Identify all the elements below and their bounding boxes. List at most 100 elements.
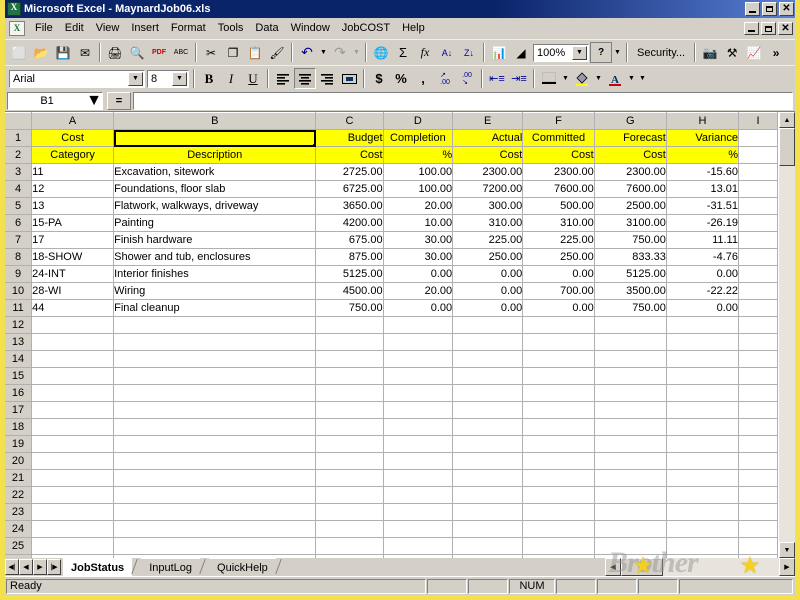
cell-B1[interactable] <box>113 129 317 147</box>
copy-icon[interactable]: ❐ <box>222 42 244 63</box>
cell-H19[interactable] <box>666 435 739 453</box>
cell-C15[interactable] <box>315 367 384 385</box>
vertical-scroll-track[interactable] <box>779 166 795 542</box>
cell-E18[interactable] <box>452 418 524 436</box>
cell-E7[interactable]: 225.00 <box>452 231 524 249</box>
cell-E26[interactable] <box>452 554 524 558</box>
cell-E23[interactable] <box>452 503 524 521</box>
cell-C22[interactable] <box>315 486 384 504</box>
cell-D16[interactable] <box>383 384 454 402</box>
cell-D6[interactable]: 10.00 <box>383 214 454 232</box>
cut-icon[interactable]: ✂ <box>200 42 222 63</box>
cell-A3[interactable]: 11 <box>31 163 115 181</box>
cell-G7[interactable]: 750.00 <box>594 231 667 249</box>
cell-F21[interactable] <box>522 469 595 487</box>
cell-F26[interactable] <box>522 554 595 558</box>
column-header-g[interactable]: G <box>594 112 667 130</box>
cell-B7[interactable]: Finish hardware <box>113 231 317 249</box>
cell-A7[interactable]: 17 <box>31 231 115 249</box>
cell-E19[interactable] <box>452 435 524 453</box>
cell-E14[interactable] <box>452 350 524 368</box>
cell-F7[interactable]: 225.00 <box>522 231 595 249</box>
tools-icon[interactable]: ⚒ <box>721 42 743 63</box>
cell-E22[interactable] <box>452 486 524 504</box>
cell-I6[interactable] <box>738 214 778 232</box>
cell-A4[interactable]: 12 <box>31 180 115 198</box>
cell-A19[interactable] <box>31 435 115 453</box>
cell-I2[interactable] <box>738 146 778 164</box>
cell-B11[interactable]: Final cleanup <box>113 299 317 317</box>
cell-A22[interactable] <box>31 486 115 504</box>
menu-item-tools[interactable]: Tools <box>212 20 250 36</box>
cell-A24[interactable] <box>31 520 115 538</box>
cell-E3[interactable]: 2300.00 <box>452 163 524 181</box>
row-header-26[interactable]: 26 <box>5 554 33 558</box>
row-header-16[interactable]: 16 <box>5 384 33 402</box>
cell-F18[interactable] <box>522 418 595 436</box>
cell-B18[interactable] <box>113 418 317 436</box>
camera-icon[interactable]: 📷 <box>699 42 721 63</box>
cell-E13[interactable] <box>452 333 524 351</box>
cell-G9[interactable]: 5125.00 <box>594 265 667 283</box>
cell-D19[interactable] <box>383 435 454 453</box>
row-header-13[interactable]: 13 <box>5 333 33 351</box>
drawing-icon[interactable]: ◢ <box>510 42 532 63</box>
cell-I9[interactable] <box>738 265 778 283</box>
decrease-decimal-button[interactable]: .00 ↘ <box>456 68 478 89</box>
align-center-button[interactable] <box>294 68 316 89</box>
cell-I20[interactable] <box>738 452 778 470</box>
cell-F22[interactable] <box>522 486 595 504</box>
cell-D21[interactable] <box>383 469 454 487</box>
cell-B3[interactable]: Excavation, sitework <box>113 163 317 181</box>
cell-C19[interactable] <box>315 435 384 453</box>
cell-D18[interactable] <box>383 418 454 436</box>
cell-C26[interactable] <box>315 554 384 558</box>
row-header-6[interactable]: 6 <box>5 214 33 232</box>
cell-D13[interactable] <box>383 333 454 351</box>
cell-B25[interactable] <box>113 537 317 555</box>
fill-color-dropdown-icon[interactable]: ▼ <box>593 68 604 89</box>
cell-H16[interactable] <box>666 384 739 402</box>
cell-I22[interactable] <box>738 486 778 504</box>
row-header-15[interactable]: 15 <box>5 367 33 385</box>
row-header-18[interactable]: 18 <box>5 418 33 436</box>
last-sheet-button[interactable]: |▶ <box>47 559 61 575</box>
cell-A12[interactable] <box>31 316 115 334</box>
menu-item-edit[interactable]: Edit <box>59 20 90 36</box>
row-header-25[interactable]: 25 <box>5 537 33 555</box>
help-icon[interactable]: ? <box>590 42 612 63</box>
column-header-i[interactable]: I <box>738 112 778 130</box>
cell-H13[interactable] <box>666 333 739 351</box>
cell-G25[interactable] <box>594 537 667 555</box>
align-right-button[interactable] <box>316 68 338 89</box>
merge-and-center-button[interactable] <box>338 68 360 89</box>
cell-E16[interactable] <box>452 384 524 402</box>
cell-A18[interactable] <box>31 418 115 436</box>
cell-A15[interactable] <box>31 367 115 385</box>
print-icon[interactable]: 🖨 <box>104 42 126 63</box>
column-header-c[interactable]: C <box>315 112 384 130</box>
cell-D15[interactable] <box>383 367 454 385</box>
cell-C20[interactable] <box>315 452 384 470</box>
cell-H3[interactable]: -15.60 <box>666 163 739 181</box>
cell-D17[interactable] <box>383 401 454 419</box>
sort-descending-icon[interactable]: Z↓ <box>458 42 480 63</box>
font-color-dropdown-icon[interactable]: ▼ <box>626 68 637 89</box>
row-header-11[interactable]: 11 <box>5 299 33 317</box>
open-icon[interactable]: 📂 <box>30 42 52 63</box>
cell-H20[interactable] <box>666 452 739 470</box>
menu-item-window[interactable]: Window <box>285 20 336 36</box>
print-preview-icon[interactable]: 🔍 <box>126 42 148 63</box>
cell-I23[interactable] <box>738 503 778 521</box>
cell-C24[interactable] <box>315 520 384 538</box>
minimize-button[interactable] <box>745 2 760 16</box>
menu-item-view[interactable]: View <box>90 20 126 36</box>
cell-F16[interactable] <box>522 384 595 402</box>
cell-B13[interactable] <box>113 333 317 351</box>
row-header-1[interactable]: 1 <box>5 129 33 147</box>
cell-E6[interactable]: 310.00 <box>452 214 524 232</box>
horizontal-scroll-track[interactable] <box>663 558 779 576</box>
cell-F1[interactable]: Committed <box>522 129 595 147</box>
percent-button[interactable]: % <box>390 68 412 89</box>
increase-indent-button[interactable]: ⇥≡ <box>508 68 530 89</box>
